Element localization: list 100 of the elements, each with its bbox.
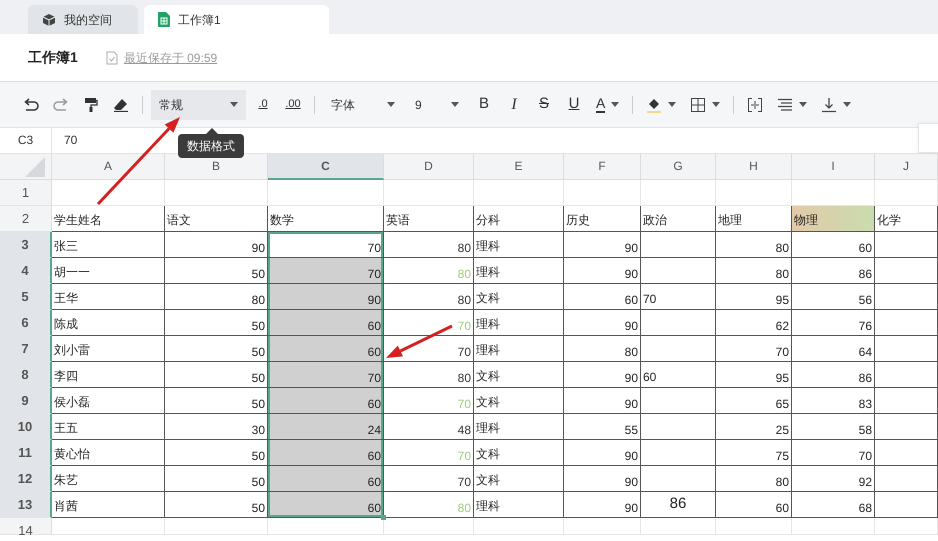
cell-reference[interactable]: C3 [0,128,52,153]
cell: 80 [384,258,474,284]
cell: 70 [268,362,384,388]
strikethrough-button[interactable]: S [531,90,557,120]
empty-cell[interactable] [641,440,716,466]
column-header[interactable]: B [165,154,268,180]
cell: 70 [716,336,792,362]
cell: 68 [792,492,875,518]
cell: 90 [564,258,641,284]
row-header[interactable]: 6 [0,310,52,336]
empty-cell[interactable] [875,440,938,466]
column-header[interactable]: F [564,154,641,180]
cell: 80 [716,232,792,258]
row-header[interactable]: 8 [0,362,52,388]
cell: 胡一一 [52,258,165,284]
cell: 分科 [474,206,564,232]
row-header[interactable]: 10 [0,414,52,440]
borders-icon [690,96,706,112]
paint-roller-icon [84,97,98,112]
column-header[interactable]: J [875,154,938,180]
cell: 理科 [474,310,564,336]
number-format-dropdown[interactable]: 常规 [151,90,246,120]
empty-cell[interactable] [641,258,716,284]
cell: 60 [268,310,384,336]
row-header[interactable]: 7 [0,336,52,362]
empty-cell[interactable] [875,414,938,440]
cell: 物理 [792,206,875,232]
row-header[interactable]: 13 [0,492,52,518]
empty-cell[interactable] [875,336,938,362]
cell: 李四 [52,362,165,388]
column-header[interactable]: C [268,154,384,180]
cell: 95 [716,362,792,388]
cell: 70 [641,284,716,310]
app-tab[interactable]: 工作簿1 [144,5,329,34]
bold-button[interactable]: B [471,90,497,120]
row-header[interactable]: 11 [0,440,52,466]
underline-button[interactable]: U [561,90,587,120]
cell: 肖茜 [52,492,165,518]
empty-cell[interactable] [641,466,716,492]
row-header[interactable]: 14 [0,518,52,535]
font-color-button[interactable]: A [591,90,624,120]
row-header[interactable]: 12 [0,466,52,492]
column-header[interactable]: G [641,154,716,180]
row-header[interactable]: 3 [0,232,52,258]
cell: 文科 [474,466,564,492]
row-header[interactable]: 9 [0,388,52,414]
empty-cell[interactable] [875,310,938,336]
cell: 化学 [875,206,938,232]
cell: 64 [792,336,875,362]
column-header[interactable]: D [384,154,474,180]
cell: 90 [564,492,641,518]
font-dropdown[interactable]: 字体 [323,90,403,120]
cell: 86 [641,492,716,518]
cell: 55 [564,414,641,440]
spreadsheet-icon [158,12,170,27]
empty-cell[interactable] [875,258,938,284]
column-header[interactable]: H [716,154,792,180]
empty-cell[interactable] [875,466,938,492]
row-header[interactable]: 5 [0,284,52,310]
empty-cell[interactable] [875,232,938,258]
cell: 86 [792,258,875,284]
font-size-dropdown[interactable]: 9 [407,90,467,120]
empty-cell[interactable] [641,388,716,414]
empty-cell[interactable] [641,232,716,258]
empty-cell[interactable] [641,310,716,336]
empty-cell[interactable] [875,492,938,518]
cell: 76 [792,310,875,336]
column-header[interactable]: E [474,154,564,180]
decrease-decimal-button[interactable]: .0 [250,90,276,120]
formula-value[interactable]: 70 [52,128,78,153]
row-header[interactable]: 1 [0,180,52,206]
empty-cell[interactable] [875,362,938,388]
empty-cell[interactable] [641,414,716,440]
increase-decimal-button[interactable]: .00 [280,90,306,120]
row-header[interactable]: 4 [0,258,52,284]
cell: 政治 [641,206,716,232]
cell: 60 [268,440,384,466]
cell: 文科 [474,284,564,310]
cell: 83 [792,388,875,414]
cell: 80 [384,232,474,258]
cell: 侯小磊 [52,388,165,414]
cell: 60 [268,492,384,518]
cell: 80 [716,258,792,284]
cell: 语文 [165,206,268,232]
row-header[interactable]: 2 [0,206,52,232]
empty-cell[interactable] [641,336,716,362]
italic-button[interactable]: I [501,90,527,120]
fill-handle[interactable] [381,515,386,520]
column-header[interactable]: I [792,154,875,180]
redo-icon [53,98,69,112]
cube-icon [42,12,56,26]
empty-cell[interactable] [875,284,938,310]
cell: 黄心怡 [52,440,165,466]
cell: 文科 [474,440,564,466]
cell: 90 [564,362,641,388]
cell: 65 [716,388,792,414]
cell: 92 [792,466,875,492]
column-header[interactable]: A [52,154,165,180]
empty-cell[interactable] [875,388,938,414]
app-tab[interactable]: 我的空间 [28,5,138,34]
